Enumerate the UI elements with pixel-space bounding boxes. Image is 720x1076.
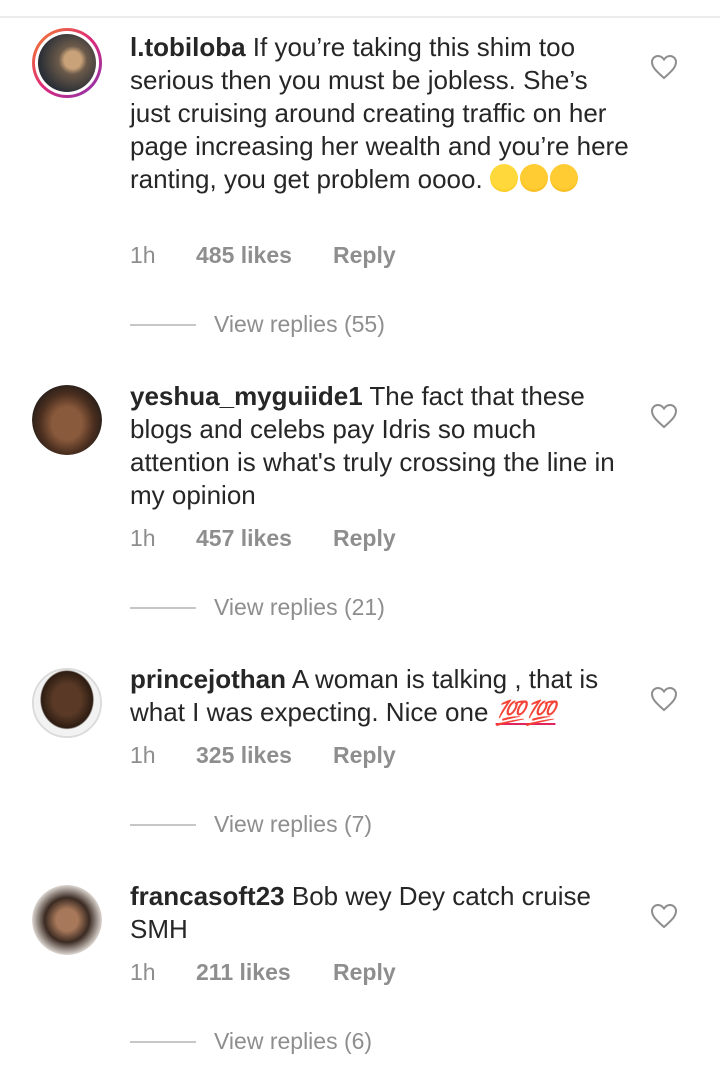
avatar[interactable] [32, 385, 102, 455]
reply-button[interactable]: Reply [333, 242, 396, 269]
divider-line [130, 606, 196, 609]
top-divider [0, 0, 720, 18]
cat-tears-joy-emoji [519, 164, 548, 192]
likes-count[interactable]: 211 likes [196, 959, 333, 986]
view-replies-label: View replies (6) [214, 1028, 373, 1054]
comment-meta: 1h 211 likes Reply [130, 959, 396, 986]
comment-text-block: princejothan A woman is talking , that i… [130, 663, 630, 730]
likes-count[interactable]: 485 likes [196, 242, 333, 269]
avatar[interactable] [32, 668, 102, 738]
reply-button[interactable]: Reply [333, 742, 396, 769]
view-replies-button[interactable]: View replies (21) [130, 594, 385, 621]
heart-icon[interactable] [650, 403, 678, 429]
view-replies-button[interactable]: View replies (7) [130, 811, 372, 838]
comment-text-block: francasoft23 Bob wey Dey catch cruise SM… [130, 880, 630, 946]
timestamp: 1h [130, 959, 156, 985]
comment-text-block: l.tobiloba If you’re taking this shim to… [130, 31, 630, 196]
cat-tears-joy-emoji [549, 164, 578, 192]
reply-button[interactable]: Reply [333, 959, 396, 986]
timestamp: 1h [130, 525, 156, 551]
view-replies-button[interactable]: View replies (6) [130, 1028, 372, 1055]
username[interactable]: l.tobiloba [130, 32, 246, 62]
timestamp: 1h [130, 742, 156, 768]
comment-meta: 1h 457 likes Reply [130, 525, 396, 552]
avatar[interactable] [32, 885, 102, 955]
hundred-emoji: 💯💯 [495, 700, 556, 727]
divider-line [130, 1040, 196, 1043]
likes-count[interactable]: 457 likes [196, 525, 333, 552]
comment-meta: 1h 485 likes Reply [130, 242, 396, 269]
username[interactable]: yeshua_myguiide1 [130, 381, 363, 411]
divider-line [130, 823, 196, 826]
username[interactable]: francasoft23 [130, 881, 285, 911]
timestamp: 1h [130, 242, 156, 268]
heart-icon[interactable] [650, 54, 678, 80]
username[interactable]: princejothan [130, 664, 286, 694]
heart-icon[interactable] [650, 903, 678, 929]
divider-line [130, 323, 196, 326]
view-replies-button[interactable]: View replies (55) [130, 311, 385, 338]
view-replies-label: View replies (7) [214, 811, 373, 837]
view-replies-label: View replies (55) [214, 311, 385, 337]
comment-text-block: yeshua_myguiide1 The fact that these blo… [130, 380, 630, 512]
likes-count[interactable]: 325 likes [196, 742, 333, 769]
view-replies-label: View replies (21) [214, 594, 385, 620]
reply-button[interactable]: Reply [333, 525, 396, 552]
avatar[interactable] [32, 28, 102, 98]
grinning-sweat-emoji [489, 164, 518, 192]
heart-icon[interactable] [650, 686, 678, 712]
comment-meta: 1h 325 likes Reply [130, 742, 396, 769]
